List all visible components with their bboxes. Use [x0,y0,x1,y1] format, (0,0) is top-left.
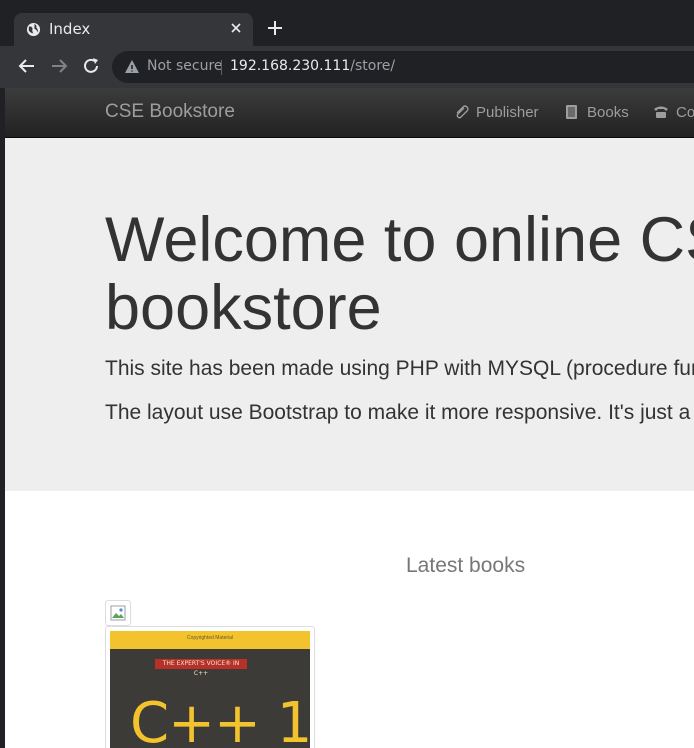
browser-toolbar: Not secure 192.168.230.111/store/ [0,46,694,88]
title-line-2: bookstore [105,273,382,343]
broken-image[interactable] [105,600,131,626]
nav-item-label: Books [587,104,629,121]
intro-paragraph-1: This site has been made using PHP with M… [105,357,694,380]
book-cover: Copyrighted Material THE EXPERT'S VOICE®… [110,631,310,748]
cover-voice: THE EXPERT'S VOICE® IN C++ [155,659,247,677]
url-text[interactable]: 192.168.230.111/store/ [230,58,395,74]
title-line-1: Welcome to online CS [105,205,694,275]
security-label[interactable]: Not secure [147,58,223,74]
phone-icon [654,106,668,118]
omnibox-divider [221,60,222,75]
nav-item-label: Co [676,104,694,121]
page-viewport: CSE Bookstore Publisher Books Co Welcome… [5,88,694,748]
forward-arrow-icon[interactable] [49,56,69,76]
paperclip-icon [456,105,469,119]
back-arrow-icon[interactable] [17,56,37,76]
new-tab-icon[interactable] [265,18,285,38]
browser-tab[interactable]: Index [14,13,253,46]
site-brand[interactable]: CSE Bookstore [105,101,235,123]
jumbotron: Welcome to online CS bookstore This site… [5,138,694,491]
broken-image-icon [110,605,126,621]
globe-icon [26,22,41,37]
warning-triangle-icon[interactable] [124,59,140,75]
cover-small-text: Copyrighted Material [186,635,234,641]
tab-title: Index [49,20,91,38]
url-path: /store/ [350,58,396,74]
reload-icon[interactable] [81,56,101,76]
nav-item-label: Publisher [476,104,539,121]
book-icon [566,105,577,119]
close-icon[interactable] [228,20,244,36]
latest-books-heading: Latest books [406,554,526,577]
page-title: Welcome to online CS bookstore [105,206,694,342]
site-navbar: CSE Bookstore Publisher Books Co [5,88,694,138]
cover-title: C++ 14 [130,691,310,748]
address-bar[interactable]: Not secure 192.168.230.111/store/ [112,51,694,83]
intro-paragraph-2: The layout use Bootstrap to make it more… [105,401,691,424]
book-thumbnail[interactable]: Copyrighted Material THE EXPERT'S VOICE®… [105,626,315,748]
browser-chrome: Index Not secure 192.168.230.111/store/ [0,0,694,88]
url-host: 192.168.230.111 [230,58,351,74]
tab-strip: Index [0,0,694,46]
